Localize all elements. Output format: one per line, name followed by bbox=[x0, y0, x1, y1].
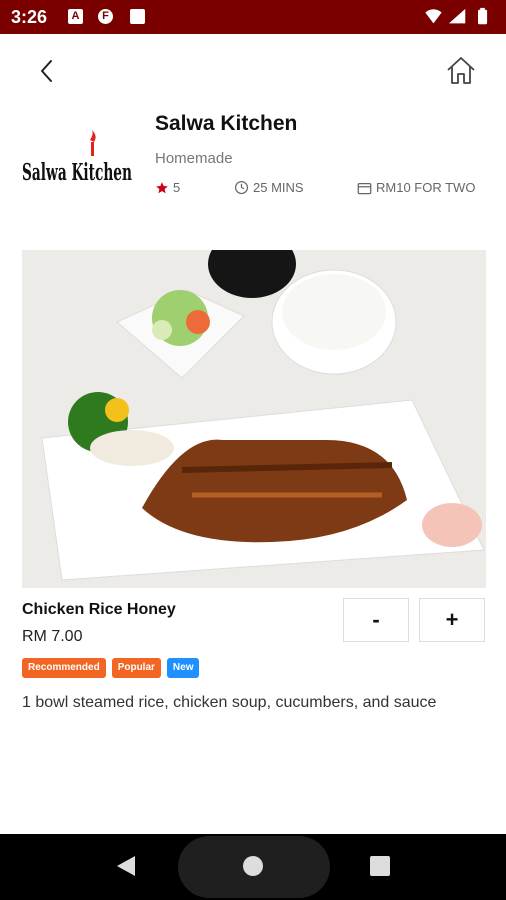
increase-quantity-button[interactable]: + bbox=[419, 598, 485, 642]
sd-card-icon bbox=[130, 9, 145, 24]
delivery-time-value: 25 MINS bbox=[253, 180, 304, 195]
rating-value: 5 bbox=[173, 180, 181, 195]
star-icon bbox=[156, 181, 168, 193]
restaurant-name: Salwa Kitchen bbox=[155, 112, 298, 135]
delivery-time: 25 MINS bbox=[234, 180, 304, 195]
restaurant-logo: Salwa Kitchen bbox=[22, 130, 134, 190]
item-name: Chicken Rice Honey bbox=[22, 601, 176, 618]
tag-new: New bbox=[166, 658, 200, 678]
wallet-icon bbox=[357, 182, 372, 194]
clock-icon bbox=[234, 180, 249, 195]
nav-home-button[interactable] bbox=[243, 856, 263, 876]
nav-back-button[interactable] bbox=[115, 854, 137, 878]
status-time: 3:26 bbox=[11, 7, 48, 27]
home-button[interactable] bbox=[444, 54, 478, 88]
navigation-bar bbox=[0, 834, 506, 900]
tag-popular: Popular bbox=[111, 658, 161, 678]
status-bar: 3:26 A F bbox=[0, 0, 506, 34]
rating: 5 bbox=[155, 180, 180, 195]
f-notification-icon: F bbox=[98, 9, 113, 24]
price-for-two: RM10 FOR TWO bbox=[357, 180, 475, 195]
decrease-quantity-button[interactable]: - bbox=[343, 598, 409, 642]
tag-recommended: Recommended bbox=[22, 658, 106, 678]
back-icon bbox=[41, 60, 52, 82]
system-status-icons bbox=[425, 7, 488, 25]
food-image bbox=[22, 250, 486, 588]
back-button[interactable] bbox=[32, 56, 62, 86]
restaurant-category: Homemade bbox=[155, 150, 233, 167]
nav-recents-button[interactable] bbox=[370, 856, 390, 876]
item-price: RM 7.00 bbox=[22, 628, 83, 645]
item-tags: Recommended Popular New bbox=[22, 658, 200, 678]
svg-text:Salwa Kitchen: Salwa Kitchen bbox=[22, 159, 132, 186]
home-icon bbox=[447, 57, 475, 84]
wifi-icon bbox=[425, 9, 442, 24]
a-notification-icon: A bbox=[68, 9, 83, 24]
battery-icon bbox=[478, 9, 488, 25]
signal-icon bbox=[448, 8, 466, 24]
item-description: 1 bowl steamed rice, chicken soup, cucum… bbox=[22, 694, 437, 711]
price-for-two-value: RM10 FOR TWO bbox=[376, 180, 476, 195]
